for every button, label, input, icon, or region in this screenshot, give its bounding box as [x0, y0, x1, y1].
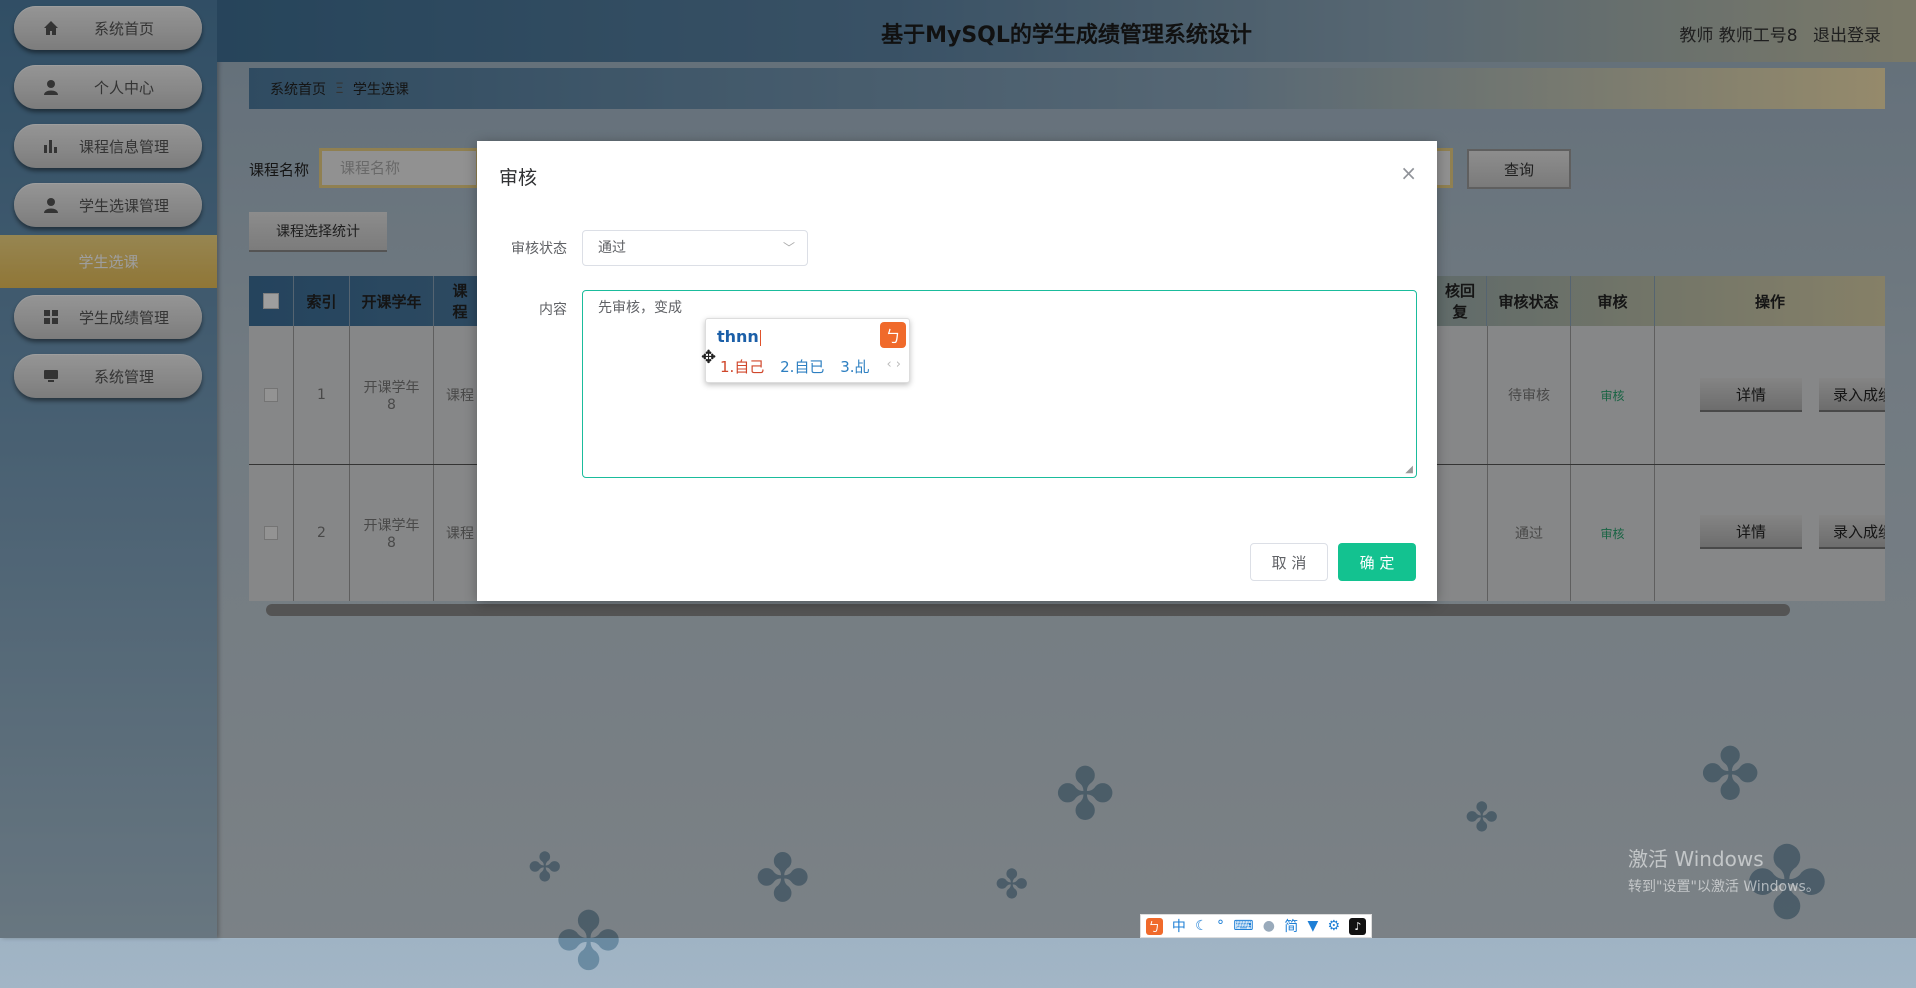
confirm-button[interactable]: 确 定	[1338, 543, 1416, 581]
audit-status-value: 通过	[598, 240, 626, 256]
ime-composition: thnn	[717, 327, 761, 346]
watermark-line2: 转到"设置"以激活 Windows。	[1628, 879, 1820, 895]
content-label: 内容	[539, 302, 567, 318]
ime-page-nav[interactable]: ‹ ›	[886, 357, 901, 372]
sogou-logo-icon: ㄅ	[880, 322, 906, 348]
sogou-logo-icon[interactable]: ㄅ	[1145, 917, 1163, 935]
content-text: 先审核，变成	[598, 300, 682, 316]
ime-candidates: 1.自己 2.自已 3.乩	[720, 356, 881, 377]
keyboard-icon[interactable]: ⌨	[1233, 918, 1253, 934]
punctuation-icon[interactable]: °	[1217, 918, 1224, 934]
windows-activation-watermark: 激活 Windows 转到"设置"以激活 Windows。	[1628, 843, 1820, 896]
ime-simplified[interactable]: 简	[1284, 916, 1298, 936]
cancel-button[interactable]: 取 消	[1250, 543, 1328, 581]
ime-candidate[interactable]: 3.乩	[840, 358, 869, 376]
audit-status-label: 审核状态	[511, 241, 567, 257]
audit-status-select[interactable]: 通过 ﹀	[582, 230, 808, 266]
resize-handle-icon[interactable]: ◢	[1405, 464, 1413, 475]
close-icon[interactable]: ×	[1400, 161, 1417, 185]
shirt-icon[interactable]: ▼	[1307, 918, 1318, 934]
gear-icon[interactable]: ⚙	[1328, 918, 1341, 934]
ime-candidate[interactable]: 1.自己	[720, 358, 764, 376]
ime-mode-chinese[interactable]: 中	[1172, 916, 1186, 936]
ime-candidate-window: thnn ㄅ 1.自己 2.自已 3.乩 ‹ ›	[705, 318, 910, 383]
audit-dialog: 审核 × 审核状态 通过 ﹀ 内容 先审核，变成 ◢ 取 消 确 定	[477, 141, 1437, 601]
ime-toolbar: ㄅ 中 ☾ ° ⌨ ● 简 ▼ ⚙ ♪	[1140, 914, 1372, 938]
watermark-line1: 激活 Windows	[1628, 847, 1764, 871]
ime-candidate[interactable]: 2.自已	[780, 358, 824, 376]
dialog-title: 审核	[499, 167, 538, 189]
tiktok-icon[interactable]: ♪	[1349, 917, 1367, 935]
ime-composition-text: thnn	[717, 327, 759, 346]
chevron-down-icon: ﹀	[782, 241, 795, 255]
moon-icon[interactable]: ☾	[1195, 918, 1208, 934]
move-cursor-icon: ✥	[701, 347, 717, 368]
user-icon[interactable]: ●	[1263, 918, 1275, 934]
text-cursor	[759, 329, 761, 346]
